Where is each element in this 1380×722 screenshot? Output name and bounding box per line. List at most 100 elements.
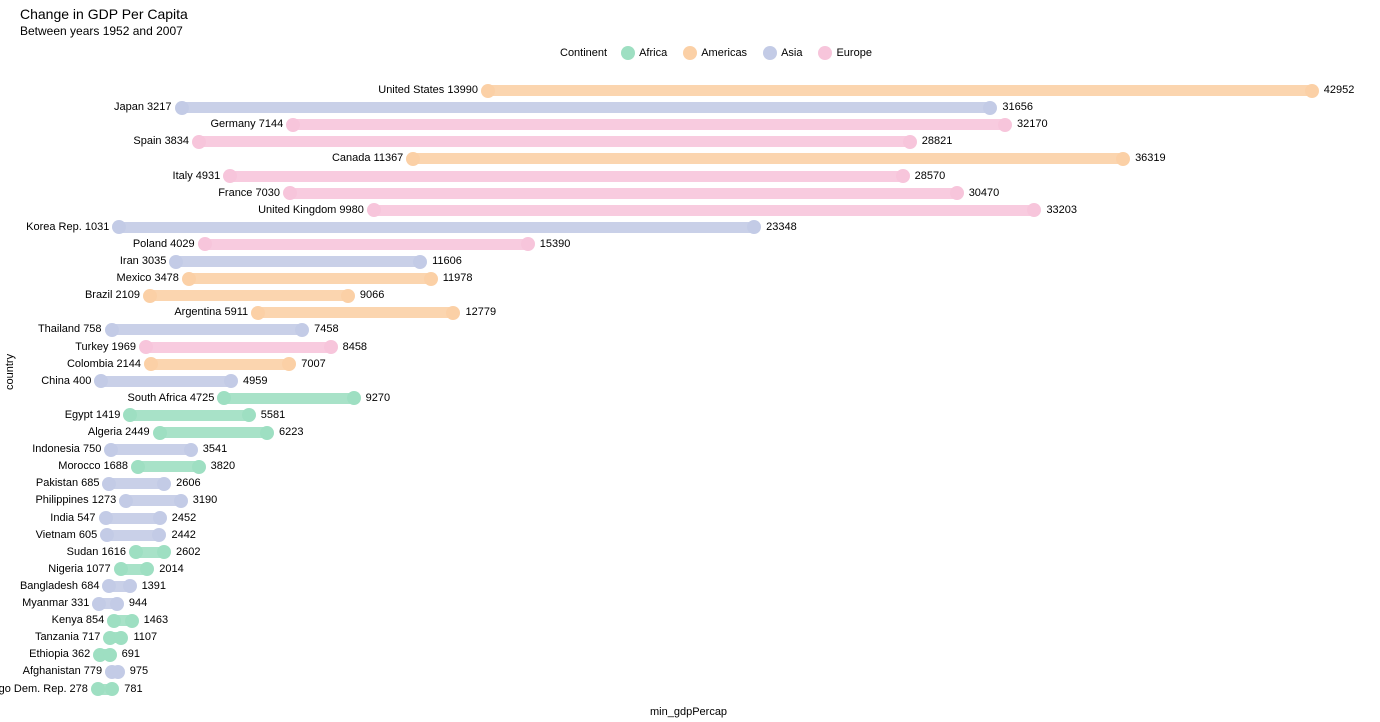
data-row: France 703030470 <box>90 185 1370 202</box>
legend-title: Continent <box>560 47 607 59</box>
data-row: Kenya 8541463 <box>90 612 1370 629</box>
max-dot-icon <box>192 460 206 474</box>
data-row: Mexico 347811978 <box>90 270 1370 287</box>
min-dot-icon <box>251 306 265 320</box>
min-label: France 7030 <box>218 187 284 199</box>
max-label: 4959 <box>237 375 267 387</box>
min-label: Argentina 5911 <box>174 306 252 318</box>
max-label: 9270 <box>360 392 390 404</box>
data-row: Nigeria 10772014 <box>90 561 1370 578</box>
legend-item-americas: Americas <box>683 46 747 60</box>
max-dot-icon <box>125 614 139 628</box>
min-label: Brazil 2109 <box>85 289 144 301</box>
max-label: 23348 <box>760 221 797 233</box>
max-dot-icon <box>983 101 997 115</box>
min-dot-icon <box>94 374 108 388</box>
min-dot-icon <box>367 203 381 217</box>
max-label: 691 <box>116 648 140 660</box>
max-label: 2014 <box>153 563 183 575</box>
y-axis-label: country <box>4 354 16 390</box>
min-label: United States 13990 <box>378 84 482 96</box>
min-label: India 547 <box>50 512 99 524</box>
min-label: Turkey 1969 <box>75 341 140 353</box>
max-dot-icon <box>1116 152 1130 166</box>
min-label: Vietnam 605 <box>36 529 102 541</box>
min-dot-icon <box>123 408 137 422</box>
min-label: Poland 4029 <box>133 238 199 250</box>
data-row: Germany 714432170 <box>90 116 1370 133</box>
range-bar <box>146 342 331 353</box>
max-dot-icon <box>521 237 535 251</box>
max-dot-icon <box>184 443 198 457</box>
legend-item-europe: Europe <box>818 46 871 60</box>
data-row: China 4004959 <box>90 373 1370 390</box>
range-bar <box>176 256 420 267</box>
min-label: Pakistan 685 <box>36 477 104 489</box>
min-label: Morocco 1688 <box>58 460 132 472</box>
max-label: 2452 <box>166 512 196 524</box>
min-label: Mexico 3478 <box>117 272 183 284</box>
min-dot-icon <box>153 426 167 440</box>
range-bar <box>150 290 348 301</box>
max-dot-icon <box>950 186 964 200</box>
legend: Continent AfricaAmericasAsiaEurope <box>560 46 882 60</box>
chart-title: Change in GDP Per Capita <box>20 6 188 22</box>
min-label: United Kingdom 9980 <box>258 204 368 216</box>
range-bar <box>189 273 431 284</box>
range-bar <box>109 478 164 489</box>
max-label: 12779 <box>459 306 496 318</box>
min-label: Korea Rep. 1031 <box>26 221 113 233</box>
min-label: Thailand 758 <box>38 323 106 335</box>
data-row: India 5472452 <box>90 510 1370 527</box>
range-bar <box>293 119 1005 130</box>
min-dot-icon <box>102 477 116 491</box>
max-label: 2442 <box>165 529 195 541</box>
data-row: Congo Dem. Rep. 278781 <box>90 681 1370 698</box>
min-label: China 400 <box>41 375 95 387</box>
max-label: 3541 <box>197 443 227 455</box>
max-label: 3190 <box>187 494 217 506</box>
data-row: Canada 1136736319 <box>90 150 1370 167</box>
max-dot-icon <box>1027 203 1041 217</box>
max-label: 7007 <box>295 358 325 370</box>
range-bar <box>130 410 248 421</box>
plot-area: United States 13990 42952 Japan 3217 31656 G… <box>90 82 1370 698</box>
min-label: Italy 4931 <box>173 170 225 182</box>
data-row: Afghanistan 779975 <box>90 663 1370 680</box>
max-label: 1463 <box>138 614 168 626</box>
min-label: Spain 3834 <box>133 135 193 147</box>
max-label: 31656 <box>996 101 1033 113</box>
min-dot-icon <box>283 186 297 200</box>
data-row: Thailand 7587458 <box>90 321 1370 338</box>
legend-swatch-icon <box>763 46 777 60</box>
max-dot-icon <box>282 357 296 371</box>
min-label: Egypt 1419 <box>65 409 125 421</box>
max-dot-icon <box>998 118 1012 132</box>
min-dot-icon <box>107 614 121 628</box>
min-label: Japan 3217 <box>114 101 176 113</box>
min-dot-icon <box>286 118 300 132</box>
data-row: Poland 4029 15390 <box>90 236 1370 253</box>
min-label: Bangladesh 684 <box>20 580 104 592</box>
data-row: Sudan 16162602 <box>90 544 1370 561</box>
max-dot-icon <box>157 477 171 491</box>
min-label: Colombia 2144 <box>67 358 145 370</box>
data-row: Ethiopia 362691 <box>90 646 1370 663</box>
max-dot-icon <box>413 255 427 269</box>
max-label: 15390 <box>534 238 571 250</box>
min-dot-icon <box>114 562 128 576</box>
max-dot-icon <box>903 135 917 149</box>
min-label: Canada 11367 <box>332 152 407 164</box>
max-label: 42952 <box>1318 84 1355 96</box>
max-dot-icon <box>896 169 910 183</box>
range-bar <box>374 205 1035 216</box>
x-axis-label: min_gdpPercap <box>650 706 727 718</box>
min-dot-icon <box>112 220 126 234</box>
range-bar <box>413 153 1123 164</box>
max-label: 28570 <box>909 170 946 182</box>
legend-swatch-icon <box>818 46 832 60</box>
max-label: 3820 <box>205 460 235 472</box>
min-label: Tanzania 717 <box>35 631 104 643</box>
range-bar <box>126 495 181 506</box>
max-dot-icon <box>1305 84 1319 98</box>
